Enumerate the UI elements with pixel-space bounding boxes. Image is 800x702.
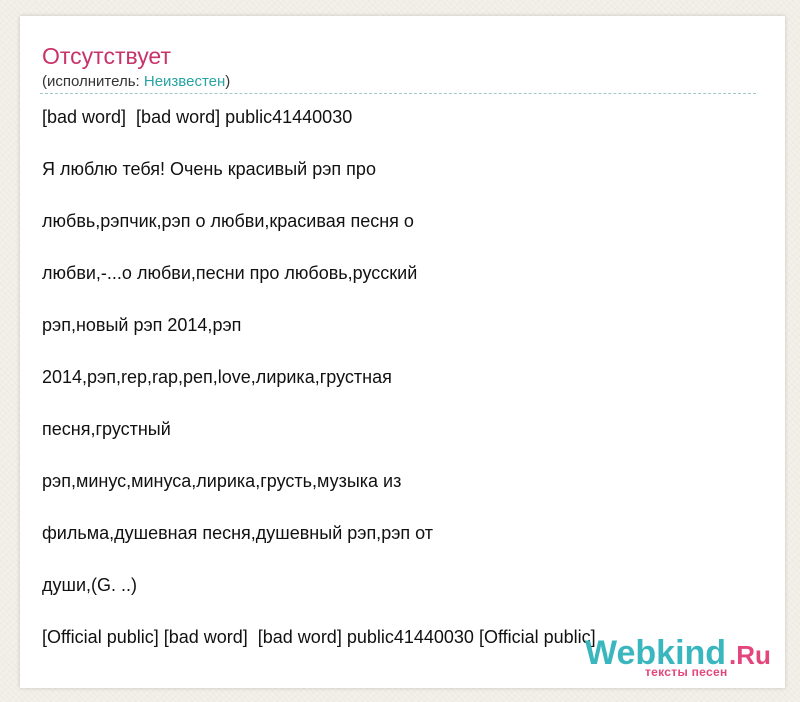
lyric-line: души,(G. ..): [42, 575, 137, 595]
lyric-line: Я люблю тебя! Очень красивый рэп про: [42, 159, 376, 179]
artist-prefix: (исполнитель:: [42, 73, 144, 90]
watermark-tld: .Ru: [729, 640, 771, 670]
artist-line: (исполнитель: Неизвестен): [42, 73, 230, 91]
song-title: Отсутствует: [42, 43, 171, 69]
watermark-tagline: тексты песен: [645, 665, 728, 679]
title-divider: [40, 93, 756, 94]
lyric-line: рэп,новый рэп 2014,рэп: [42, 315, 242, 335]
lyric-line: любвь,рэпчик,рэп о любви,красивая песня …: [42, 211, 414, 231]
artist-link[interactable]: Неизвестен: [144, 73, 225, 90]
lyric-line: любви,-...о любви,песни про любовь,русск…: [42, 263, 418, 283]
lyric-line: 2014,рэп,rep,rap,реп,love,лирика,грустна…: [42, 367, 392, 387]
lyric-line: рэп,минус,минуса,лирика,грусть,музыка из: [42, 471, 402, 491]
lyric-line: [bad word] [bad word] public41440030: [42, 107, 353, 127]
lyrics-text: [bad word] [bad word] public41440030 Я л…: [42, 107, 762, 679]
lyrics-card: Отсутствует (исполнитель: Неизвестен) [b…: [20, 16, 785, 688]
lyric-line: песня,грустный: [42, 419, 171, 439]
lyric-line: фильма,душевная песня,душевный рэп,рэп о…: [42, 523, 433, 543]
webkind-watermark-logo: Webkind .Ru тексты песен: [585, 636, 771, 679]
artist-suffix: ): [225, 73, 231, 90]
